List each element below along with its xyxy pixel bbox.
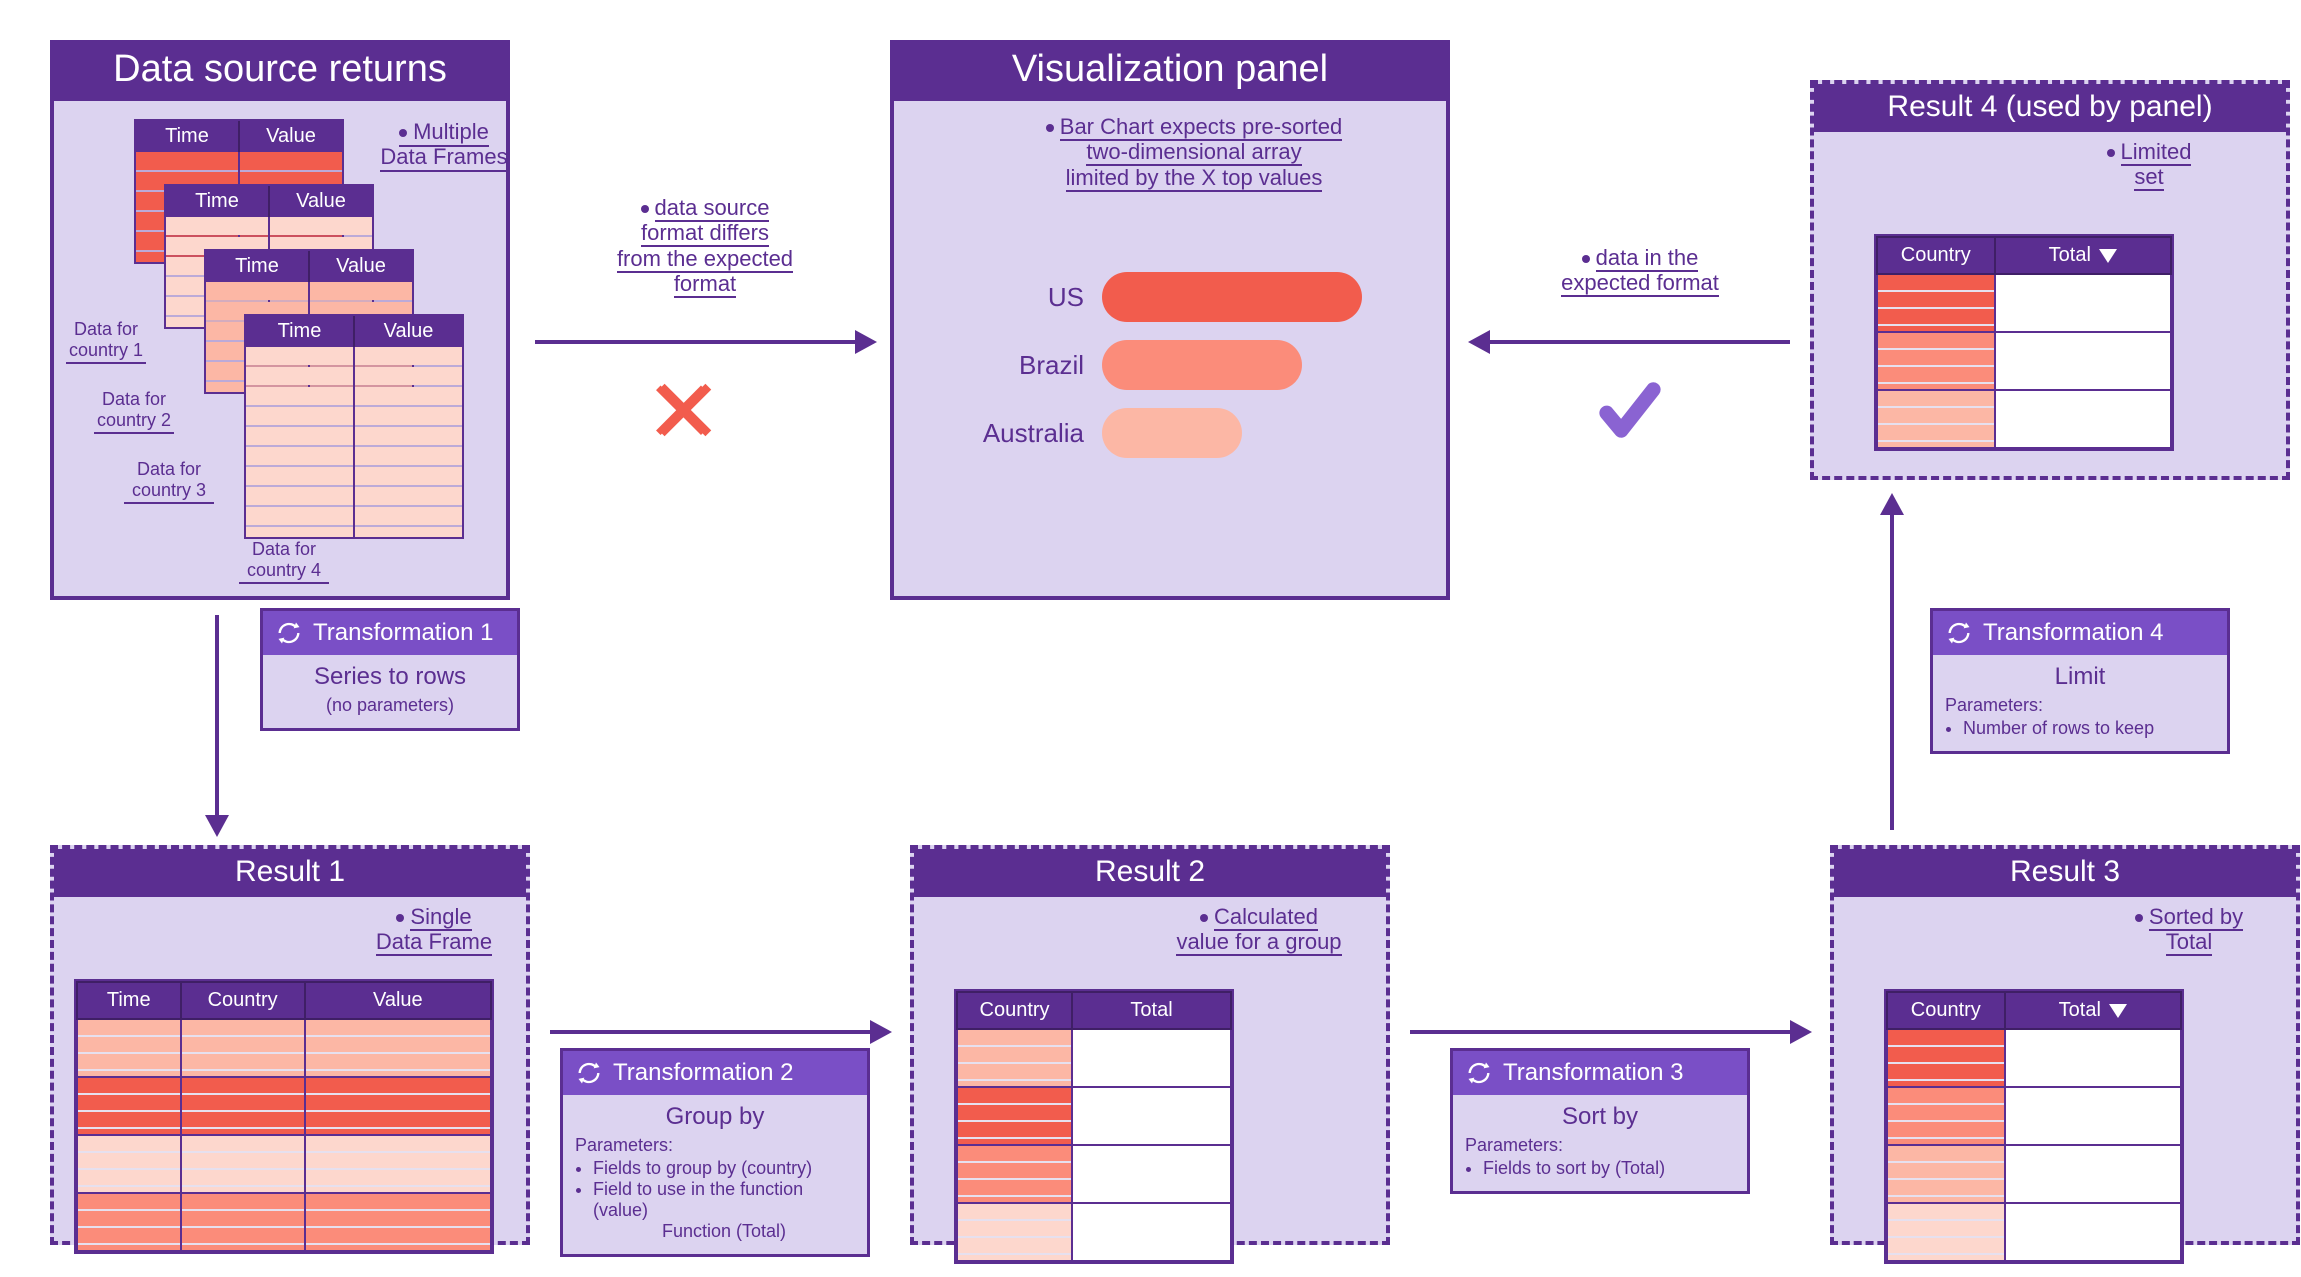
result1-col-value: Value [305, 982, 491, 1019]
bar-row-brazil: Brazil [954, 340, 1362, 390]
transformation-3: Transformation 3 Sort by Parameters: Fie… [1450, 1048, 1750, 1194]
arrow-r3-r4-head [1880, 493, 1904, 515]
result1-note: Single Data Frame [354, 904, 514, 955]
result3-note: Sorted by Total [2104, 904, 2274, 955]
xform1-op: Series to rows [275, 663, 505, 691]
arrow-2 [1490, 340, 1790, 344]
transformation-1: Transformation 1 Series to rows (no para… [260, 608, 520, 731]
frame-label-3: Data for country 3 [124, 459, 214, 504]
result4-col-country: Country [1877, 237, 1995, 274]
result1-table: Time Country Value [74, 979, 494, 1254]
result4-col-total: Total [1995, 237, 2171, 274]
data-source-title: Data source returns [54, 44, 506, 101]
result1-title: Result 1 [54, 849, 526, 897]
result1-box: Result 1 Single Data Frame Time Country … [50, 845, 530, 1245]
cycle-icon [575, 1059, 603, 1087]
result3-title: Result 3 [1834, 849, 2296, 897]
bar-australia [1102, 408, 1242, 458]
transformation-4: Transformation 4 Limit Parameters: Numbe… [1930, 608, 2230, 754]
arrow-source-down [215, 615, 219, 815]
result1-col-country: Country [181, 982, 305, 1019]
arrow-2-head [1468, 330, 1490, 354]
frame-label-4: Data for country 4 [239, 539, 329, 584]
cycle-icon [275, 619, 303, 647]
viz-note: Bar Chart expects pre-sorted two-dimensi… [1014, 114, 1374, 190]
viz-panel-box: Visualization panel Bar Chart expects pr… [890, 40, 1450, 600]
data-source-box: Data source returns TimeValue TimeValue … [50, 40, 510, 600]
dataframe-4: TimeValue [244, 314, 464, 539]
bar-us [1102, 272, 1362, 322]
format-mismatch-note: data source format differs from the expe… [575, 195, 835, 296]
bar-row-australia: Australia [954, 408, 1362, 458]
bar-brazil [1102, 340, 1302, 390]
result2-col-total: Total [1072, 992, 1231, 1029]
arrow-1-head [855, 330, 877, 354]
check-icon [1590, 375, 1670, 450]
xform2-op: Group by [575, 1103, 855, 1131]
bar-row-us: US [954, 272, 1362, 322]
xform2-title: Transformation 2 [613, 1059, 794, 1087]
result4-box: Result 4 (used by panel) Limited set Cou… [1810, 80, 2290, 480]
result4-title: Result 4 (used by panel) [1814, 84, 2286, 132]
result2-note: Calculated value for a group [1144, 904, 1374, 955]
result4-table: Country Total [1874, 234, 2174, 451]
frame-label-2: Data for country 2 [94, 389, 174, 434]
multi-frames-note: Multiple Data Frames [374, 119, 514, 170]
arrow-r2-r3 [1410, 1030, 1790, 1034]
sort-desc-icon [2099, 249, 2117, 263]
bar-chart: US Brazil Australia [954, 254, 1362, 476]
diagram-canvas: Data source returns TimeValue TimeValue … [20, 20, 2301, 1257]
arrow-r2-r3-head [1790, 1020, 1812, 1044]
arrow-r3-r4 [1890, 515, 1894, 830]
result3-box: Result 3 Sorted by Total Country Total [1830, 845, 2300, 1245]
result2-title: Result 2 [914, 849, 1386, 897]
xform1-title: Transformation 1 [313, 619, 494, 647]
cycle-icon [1945, 619, 1973, 647]
xform3-op: Sort by [1465, 1103, 1735, 1131]
arrow-r1-r2-head [870, 1020, 892, 1044]
xform1-sub: (no parameters) [275, 695, 505, 716]
x-icon [650, 375, 720, 450]
arrow-r1-r2 [550, 1030, 870, 1034]
result3-table: Country Total [1884, 989, 2184, 1264]
result2-box: Result 2 Calculated value for a group Co… [910, 845, 1390, 1245]
xform4-op: Limit [1945, 663, 2215, 691]
result3-col-country: Country [1887, 992, 2005, 1029]
viz-panel-title: Visualization panel [894, 44, 1446, 101]
result3-col-total: Total [2005, 992, 2181, 1029]
cycle-icon [1465, 1059, 1493, 1087]
result2-col-country: Country [957, 992, 1072, 1029]
result2-table: Country Total [954, 989, 1234, 1264]
format-match-note: data in the expected format [1530, 245, 1750, 296]
transformation-2: Transformation 2 Group by Parameters: Fi… [560, 1048, 870, 1257]
frame-label-1: Data for country 1 [66, 319, 146, 364]
xform3-title: Transformation 3 [1503, 1059, 1684, 1087]
arrow-source-down-head [205, 815, 229, 837]
result4-note: Limited set [2074, 139, 2224, 190]
arrow-1 [535, 340, 855, 344]
xform4-title: Transformation 4 [1983, 619, 2164, 647]
result1-col-time: Time [77, 982, 181, 1019]
sort-desc-icon [2109, 1004, 2127, 1018]
